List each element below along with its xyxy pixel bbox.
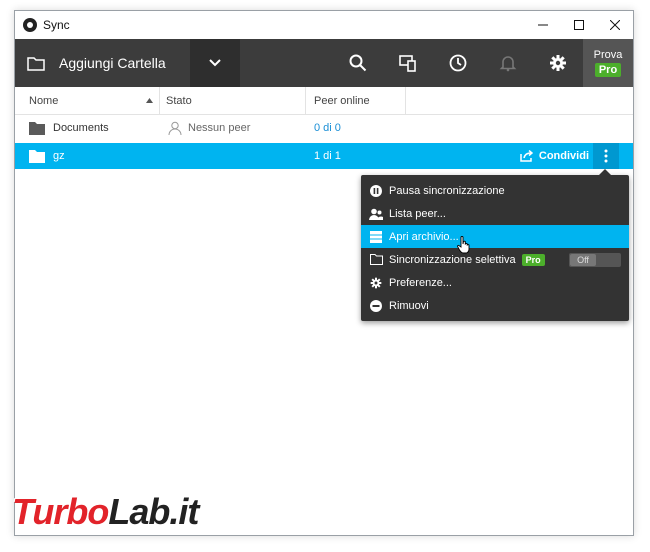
- selective-sync-toggle[interactable]: Off: [569, 252, 621, 267]
- column-header-status[interactable]: Stato: [160, 86, 306, 115]
- gear-icon: [550, 55, 566, 71]
- devices-icon: [399, 55, 416, 72]
- folder-icon: [369, 254, 383, 265]
- kebab-menu-icon: [604, 149, 608, 163]
- gear-icon: [370, 277, 382, 288]
- folder-context-menu: Pausa sincronizzazione Lista peer... Apr…: [361, 169, 629, 321]
- devices-button[interactable]: [383, 39, 433, 87]
- folder-icon: [29, 150, 45, 163]
- column-header-name[interactable]: Nome: [15, 86, 160, 115]
- sync-logo-icon: [23, 18, 37, 32]
- chevron-down-icon: [209, 59, 221, 67]
- user-icon: [168, 121, 182, 135]
- minimize-icon: [538, 24, 548, 26]
- share-icon: [520, 150, 533, 162]
- folder-peers: 1 di 1: [314, 150, 341, 162]
- pro-badge: Pro: [521, 253, 545, 266]
- share-button[interactable]: Condividi: [520, 150, 589, 162]
- title-bar: Sync: [15, 11, 633, 39]
- search-button[interactable]: [333, 39, 383, 87]
- add-folder-dropdown[interactable]: [190, 39, 240, 87]
- maximize-button[interactable]: [561, 11, 597, 39]
- folder-menu-button[interactable]: [593, 143, 619, 169]
- trial-pro-button[interactable]: Prova Pro: [583, 39, 633, 87]
- close-button[interactable]: [597, 11, 633, 39]
- notifications-button[interactable]: [483, 39, 533, 87]
- folder-name: gz: [53, 150, 65, 162]
- menu-item-open-archive[interactable]: Apri archivio...: [361, 225, 629, 248]
- menu-item-preferences[interactable]: Preferenze...: [361, 271, 629, 294]
- folder-icon: [29, 122, 45, 135]
- table-row-selected[interactable]: gz 1 di 1 Condividi: [15, 143, 633, 169]
- window-title: Sync: [43, 18, 70, 32]
- menu-item-pause-sync[interactable]: Pausa sincronizzazione: [361, 179, 629, 202]
- close-icon: [610, 20, 620, 30]
- table-header: Nome Stato Peer online: [15, 86, 633, 115]
- share-label: Condividi: [538, 150, 589, 162]
- maximize-icon: [574, 20, 584, 30]
- column-header-peers[interactable]: Peer online: [306, 86, 406, 115]
- clock-icon: [449, 54, 467, 72]
- table-row[interactable]: Documents Nessun peer 0 di 0: [15, 115, 633, 141]
- folder-outline-icon: [27, 57, 45, 71]
- sync-window: Sync Aggiungi Cartella Prova Pro Nome St…: [14, 10, 634, 536]
- hand-cursor-icon: [457, 236, 470, 254]
- minimize-button[interactable]: [525, 11, 561, 39]
- remove-icon: [370, 299, 382, 312]
- search-icon: [349, 54, 367, 72]
- users-icon: [369, 208, 383, 220]
- folder-status: Nessun peer: [188, 122, 251, 134]
- pro-badge: Pro: [594, 63, 622, 77]
- archive-icon: [370, 230, 382, 243]
- sort-asc-icon: [146, 98, 153, 103]
- toolbar: Aggiungi Cartella Prova Pro: [15, 39, 633, 87]
- add-folder-label: Aggiungi Cartella: [59, 55, 166, 71]
- folder-name: Documents: [53, 122, 109, 134]
- toggle-state: Off: [570, 253, 596, 266]
- add-folder-button[interactable]: Aggiungi Cartella: [15, 39, 190, 87]
- history-button[interactable]: [433, 39, 483, 87]
- menu-item-remove[interactable]: Rimuovi: [361, 294, 629, 317]
- menu-item-peer-list[interactable]: Lista peer...: [361, 202, 629, 225]
- pause-icon: [370, 184, 382, 197]
- settings-button[interactable]: [533, 39, 583, 87]
- turbolab-watermark: TurboLab.it: [12, 491, 199, 532]
- bell-icon: [499, 56, 517, 72]
- trial-label: Prova: [593, 49, 623, 61]
- folder-peers: 0 di 0: [314, 122, 341, 134]
- menu-item-selective-sync[interactable]: Sincronizzazione selettiva Pro Off: [361, 248, 629, 271]
